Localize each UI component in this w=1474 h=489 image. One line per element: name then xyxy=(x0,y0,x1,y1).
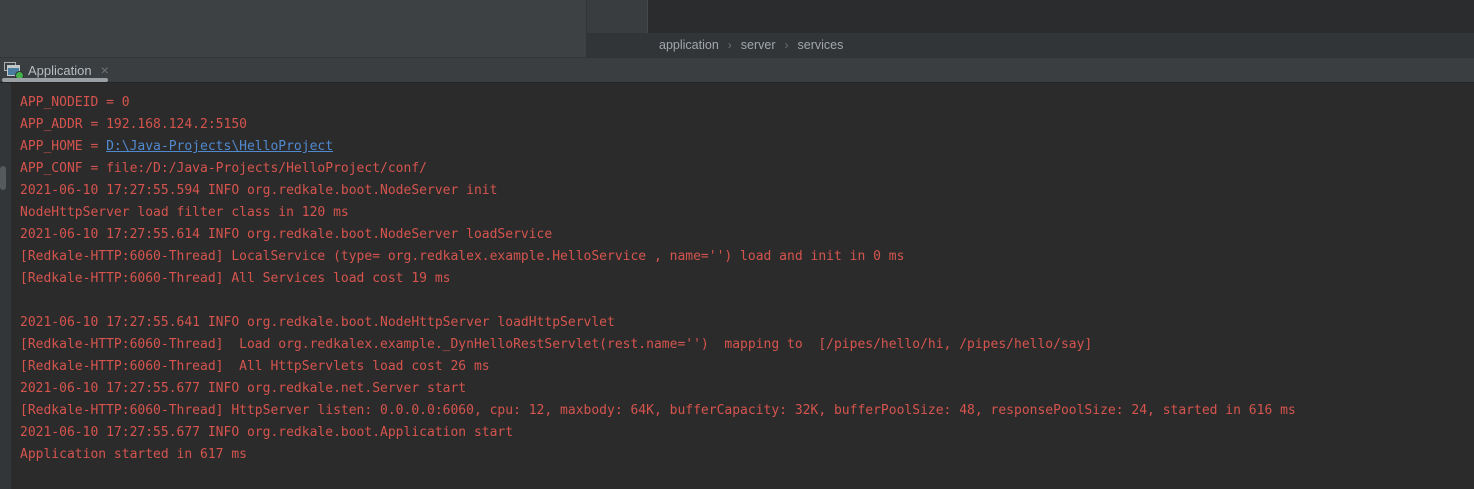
console-log: APP_NODEID = 0 APP_ADDR = 192.168.124.2:5… xyxy=(0,83,1474,489)
log-text: [Redkale-HTTP:6060-Thread] Load org.redk… xyxy=(20,337,1092,352)
log-line xyxy=(20,290,1474,312)
log-text: [Redkale-HTTP:6060-Thread] LocalService … xyxy=(20,249,904,264)
log-text: NodeHttpServer load filter class in 120 … xyxy=(20,205,349,220)
close-icon[interactable]: × xyxy=(101,63,109,77)
log-line: [Redkale-HTTP:6060-Thread] All HttpServl… xyxy=(20,356,1474,378)
log-line: Application started in 617 ms xyxy=(20,444,1474,466)
log-line: [Redkale-HTTP:6060-Thread] HttpServer li… xyxy=(20,400,1474,422)
tab-label: Application xyxy=(28,63,92,78)
breadcrumb-item-server[interactable]: server xyxy=(741,38,776,52)
log-text: [Redkale-HTTP:6060-Thread] All HttpServl… xyxy=(20,359,490,374)
log-text: [Redkale-HTTP:6060-Thread] All Services … xyxy=(20,271,450,286)
log-line: APP_HOME = D:\Java-Projects\HelloProject xyxy=(20,136,1474,158)
log-text: 2021-06-10 17:27:55.641 INFO org.redkale… xyxy=(20,315,615,330)
log-text: 2021-06-10 17:27:55.614 INFO org.redkale… xyxy=(20,227,552,242)
breadcrumb-bar: application › server › services xyxy=(586,33,1474,57)
chevron-separator-icon: › xyxy=(728,38,732,52)
editor-area-panel xyxy=(0,0,586,57)
log-line: APP_NODEID = 0 xyxy=(20,92,1474,114)
chevron-separator-icon: › xyxy=(785,38,789,52)
log-line: 2021-06-10 17:27:55.594 INFO org.redkale… xyxy=(20,180,1474,202)
log-line: [Redkale-HTTP:6060-Thread] LocalService … xyxy=(20,246,1474,268)
log-text: 2021-06-10 17:27:55.677 INFO org.redkale… xyxy=(20,425,513,440)
log-text: APP_NODEID = 0 xyxy=(20,95,130,110)
log-line: 2021-06-10 17:27:55.614 INFO org.redkale… xyxy=(20,224,1474,246)
log-line: NodeHttpServer load filter class in 120 … xyxy=(20,202,1474,224)
log-text: 2021-06-10 17:27:55.594 INFO org.redkale… xyxy=(20,183,497,198)
log-line: APP_CONF = file:/D:/Java-Projects/HelloP… xyxy=(20,158,1474,180)
run-toolwindow-tab-bar: Application × xyxy=(0,57,1474,82)
breadcrumb-item-application[interactable]: application xyxy=(659,38,719,52)
log-text: Application started in 617 ms xyxy=(20,447,247,462)
log-line: APP_ADDR = 192.168.124.2:5150 xyxy=(20,114,1474,136)
log-text: [Redkale-HTTP:6060-Thread] HttpServer li… xyxy=(20,403,1296,418)
breadcrumb-item-services[interactable]: services xyxy=(798,38,844,52)
log-line: 2021-06-10 17:27:55.641 INFO org.redkale… xyxy=(20,312,1474,334)
run-console-icon xyxy=(4,62,22,78)
log-line: [Redkale-HTTP:6060-Thread] All Services … xyxy=(20,268,1474,290)
editor-top-panel xyxy=(649,0,1474,33)
log-line: [Redkale-HTTP:6060-Thread] Load org.redk… xyxy=(20,334,1474,356)
editor-tab-strip-segment xyxy=(586,0,648,33)
breadcrumb: application › server › services xyxy=(657,36,845,54)
ide-window: application › server › services Application … xyxy=(0,0,1474,489)
console-panel: APP_NODEID = 0 APP_ADDR = 192.168.124.2:5… xyxy=(0,82,1474,489)
file-path-link[interactable]: D:\Java-Projects\HelloProject xyxy=(106,139,333,154)
log-text: 2021-06-10 17:27:55.677 INFO org.redkale… xyxy=(20,381,466,396)
log-text: APP_CONF = file:/D:/Java-Projects/HelloP… xyxy=(20,161,427,176)
log-line: 2021-06-10 17:27:55.677 INFO org.redkale… xyxy=(20,422,1474,444)
log-text: APP_HOME = xyxy=(20,139,106,154)
log-text: APP_ADDR = 192.168.124.2:5150 xyxy=(20,117,247,132)
log-line: 2021-06-10 17:27:55.677 INFO org.redkale… xyxy=(20,378,1474,400)
top-panels: application › server › services xyxy=(0,0,1474,57)
